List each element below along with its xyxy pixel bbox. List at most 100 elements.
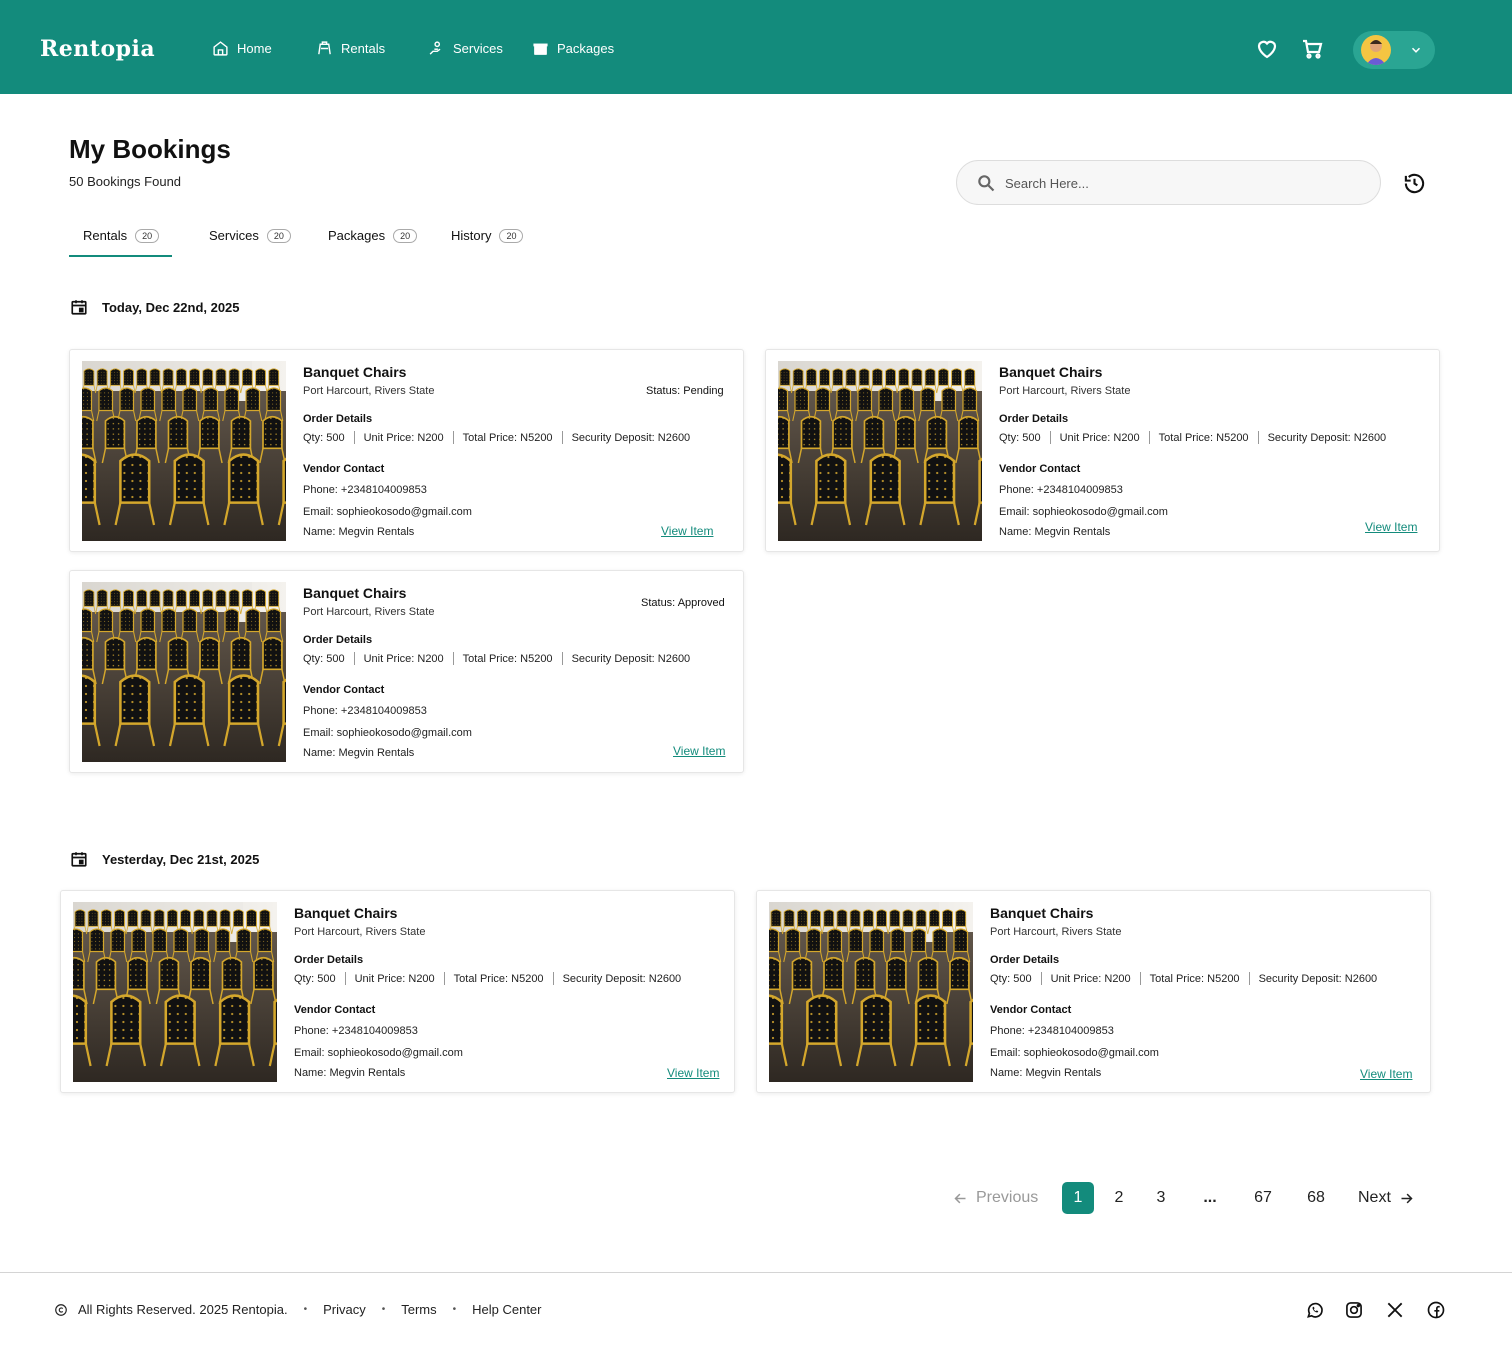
qty: Qty: 500: [303, 652, 345, 665]
item-title: Banquet Chairs: [294, 905, 398, 921]
item-photo: [82, 582, 286, 762]
vendor-contact-heading: Vendor Contact: [999, 463, 1081, 475]
heart-icon[interactable]: [1255, 37, 1279, 61]
unit-price: Unit Price: N200: [1050, 972, 1131, 985]
vendor-phone: Phone: +2348104009853: [990, 1025, 1114, 1037]
vendor-contact-heading: Vendor Contact: [303, 463, 385, 475]
tab-label: Services: [209, 228, 259, 243]
avatar: [1361, 35, 1391, 65]
unit-price: Unit Price: N200: [363, 431, 444, 444]
copyright-text: All Rights Reserved. 2025 Rentopia.: [78, 1302, 288, 1317]
item-location: Port Harcourt, Rivers State: [294, 926, 426, 938]
view-item-link[interactable]: View Item: [1365, 520, 1417, 534]
vendor-phone: Phone: +2348104009853: [999, 484, 1123, 496]
item-photo: [769, 902, 973, 1082]
vendor-phone: Phone: +2348104009853: [294, 1025, 418, 1037]
tab-count-badge: 20: [266, 228, 291, 243]
tab-packages[interactable]: Packages 20: [328, 228, 418, 243]
brand-logo[interactable]: Rentopia: [40, 36, 155, 62]
item-title: Banquet Chairs: [999, 364, 1103, 380]
total-price: Total Price: N5200: [1149, 972, 1240, 985]
tab-history[interactable]: History 20: [451, 228, 524, 243]
nav-packages-label: Packages: [557, 41, 615, 56]
page-2[interactable]: 2: [1103, 1182, 1135, 1214]
item-location: Port Harcourt, Rivers State: [999, 385, 1131, 397]
nav-home[interactable]: Home: [212, 40, 272, 57]
next-label: Next: [1358, 1189, 1391, 1206]
booking-card: Banquet Chairs Port Harcourt, Rivers Sta…: [60, 890, 735, 1093]
page-67[interactable]: 67: [1247, 1182, 1279, 1214]
item-title: Banquet Chairs: [990, 905, 1094, 921]
footer-link-help-center[interactable]: Help Center: [472, 1302, 541, 1317]
page-3[interactable]: 3: [1145, 1182, 1177, 1214]
view-item-link[interactable]: View Item: [661, 524, 713, 538]
arrow-left-icon: [954, 1193, 966, 1203]
whatsapp-icon[interactable]: [1305, 1300, 1325, 1320]
tab-services[interactable]: Services 20: [209, 228, 291, 243]
order-details-heading: Order Details: [999, 413, 1069, 425]
security-deposit: Security Deposit: N2600: [571, 431, 691, 444]
vendor-name: Name: Megvin Rentals: [294, 1067, 406, 1079]
item-location: Port Harcourt, Rivers State: [990, 926, 1122, 938]
page-1[interactable]: 1: [1062, 1182, 1094, 1214]
view-item-link[interactable]: View Item: [1360, 1067, 1412, 1081]
top-navbar: Rentopia Home Rentals Services Packages: [0, 0, 1512, 94]
cart-icon[interactable]: [1300, 37, 1324, 61]
profile-menu[interactable]: [1353, 31, 1435, 69]
nav-rentals[interactable]: Rentals: [316, 40, 385, 57]
services-icon: [429, 41, 441, 55]
total-price: Total Price: N5200: [462, 652, 553, 665]
bookings-count: 50 Bookings Found: [69, 174, 182, 189]
footer: All Rights Reserved. 2025 Rentopia. • Pr…: [54, 1302, 542, 1317]
order-details-row: Qty: 500 Unit Price: N200 Total Price: N…: [303, 652, 690, 665]
item-photo: [73, 902, 277, 1082]
booking-card: Banquet Chairs Port Harcourt, Rivers Sta…: [756, 890, 1431, 1093]
vendor-name: Name: Megvin Rentals: [303, 526, 415, 538]
booking-card: Banquet Chairs Port Harcourt, Rivers Sta…: [765, 349, 1440, 552]
packages-icon: [533, 43, 548, 55]
pagination-previous[interactable]: Previous: [953, 1182, 1038, 1214]
nav-services-label: Services: [453, 41, 503, 56]
tab-label: Rentals: [83, 228, 128, 243]
nav-home-label: Home: [237, 41, 272, 56]
facebook-icon[interactable]: [1426, 1300, 1446, 1320]
view-item-link[interactable]: View Item: [667, 1066, 719, 1080]
page-68[interactable]: 68: [1300, 1182, 1332, 1214]
previous-label: Previous: [976, 1189, 1039, 1206]
footer-link-terms[interactable]: Terms: [401, 1302, 436, 1317]
x-icon[interactable]: [1385, 1300, 1405, 1320]
status-badge: Status: Pending: [646, 385, 724, 397]
unit-price: Unit Price: N200: [1059, 431, 1140, 444]
instagram-icon[interactable]: [1344, 1300, 1364, 1320]
nav-rentals-label: Rentals: [341, 41, 386, 56]
tab-rentals[interactable]: Rentals 20: [83, 228, 160, 243]
status-badge: Status: Approved: [641, 597, 725, 609]
vendor-name: Name: Megvin Rentals: [999, 526, 1111, 538]
nav-services[interactable]: Services: [428, 40, 503, 57]
booking-card: Banquet Chairs Port Harcourt, Rivers Sta…: [69, 570, 744, 773]
date-label: Yesterday, Dec 21st, 2025: [102, 851, 260, 867]
footer-link-privacy[interactable]: Privacy: [323, 1302, 366, 1317]
chevron-down-icon: [1411, 47, 1421, 53]
vendor-email: Email: sophieokosodo@gmail.com: [990, 1047, 1159, 1059]
nav-packages[interactable]: Packages: [532, 40, 614, 57]
calendar-icon: [71, 852, 87, 867]
view-item-link[interactable]: View Item: [673, 744, 725, 758]
tab-label: History: [451, 228, 492, 243]
item-photo: [82, 361, 286, 541]
history-icon[interactable]: [1403, 172, 1426, 195]
vendor-contact-heading: Vendor Contact: [303, 684, 385, 696]
pagination-next[interactable]: Next: [1358, 1182, 1414, 1214]
vendor-phone: Phone: +2348104009853: [303, 484, 427, 496]
security-deposit: Security Deposit: N2600: [562, 972, 682, 985]
item-title: Banquet Chairs: [303, 364, 407, 380]
date-group-header: Today, Dec 22nd, 2025: [70, 298, 240, 316]
security-deposit: Security Deposit: N2600: [1258, 972, 1378, 985]
vendor-email: Email: sophieokosodo@gmail.com: [303, 727, 472, 739]
qty: Qty: 500: [999, 431, 1041, 444]
vendor-name: Name: Megvin Rentals: [990, 1067, 1102, 1079]
copyright-icon: [55, 1303, 67, 1316]
page-title: My Bookings: [69, 134, 231, 164]
search-input[interactable]: [1005, 172, 1345, 194]
date-group-header: Yesterday, Dec 21st, 2025: [70, 850, 259, 868]
